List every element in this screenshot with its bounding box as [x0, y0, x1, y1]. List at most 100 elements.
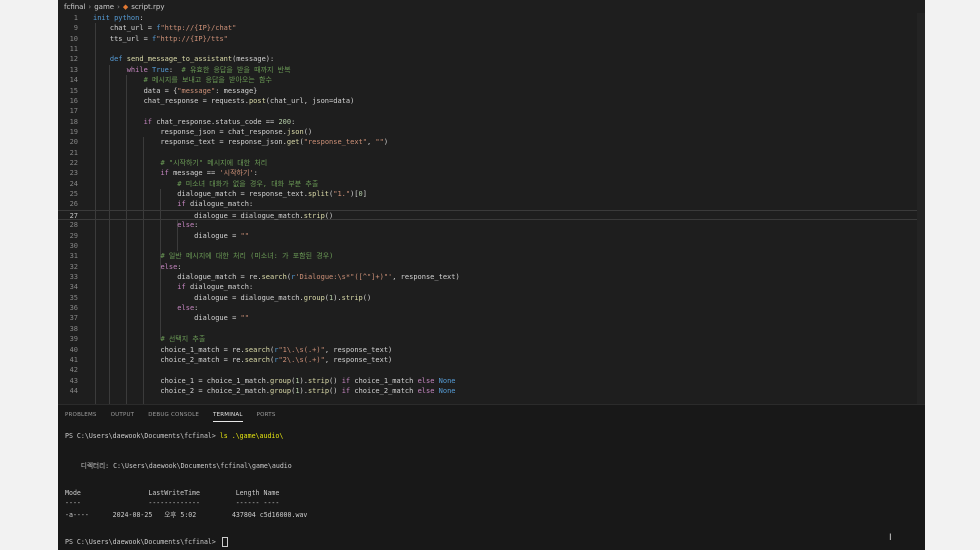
code-line[interactable]: 15 data = {"message": message}	[58, 86, 925, 96]
line-number: 36	[69, 304, 78, 313]
code-text[interactable]: chat_url = f"http://{IP}/chat"	[93, 23, 236, 33]
tab-ports[interactable]: PORTS	[257, 409, 276, 421]
code-text[interactable]: if dialogue_match:	[93, 282, 253, 292]
code-text[interactable]: def send_message_to_assistant(message):	[93, 54, 274, 64]
code-text[interactable]: # "시작하기" 메시지에 대한 처리	[93, 158, 267, 168]
code-line[interactable]: 31 # 일반 메시지에 대한 처리 (미소녀: 가 포함된 경우)	[58, 251, 925, 261]
code-text[interactable]: choice_2_match = re.search(r"2\.\s(.+)",…	[93, 355, 392, 365]
code-text[interactable]: if message == '시작하기':	[93, 168, 257, 178]
code-line[interactable]: 19 response_json = chat_response.json()	[58, 127, 925, 137]
minimap[interactable]	[917, 13, 925, 404]
line-number: 40	[69, 345, 78, 354]
code-editor[interactable]: 1 init python: 9 chat_url = f"http://{IP}/…	[58, 13, 925, 404]
code-text[interactable]: response_json = chat_response.json()	[93, 127, 312, 137]
code-line[interactable]: 14 # 메시지를 보내고 응답을 받아오는 함수	[58, 75, 925, 85]
code-line[interactable]: 12 def send_message_to_assistant(message…	[58, 54, 925, 64]
code-line[interactable]: 17	[58, 106, 925, 116]
code-text[interactable]: init python:	[93, 13, 144, 23]
breadcrumb-item-file[interactable]: script.rpy	[131, 3, 164, 11]
line-number: 9	[73, 24, 78, 33]
line-number: 24	[69, 179, 78, 188]
tab-problems[interactable]: PROBLEMS	[65, 409, 97, 421]
code-text[interactable]: # 선택지 추출	[93, 334, 205, 344]
line-number: 42	[69, 366, 78, 375]
breadcrumb-item-folder[interactable]: game	[94, 3, 114, 11]
code-text[interactable]: # 미소녀 대화가 없을 경우, 대화 부분 추출	[93, 179, 318, 189]
code-line[interactable]: 16 chat_response = requests.post(chat_ur…	[58, 96, 925, 106]
panel-tabs: PROBLEMS OUTPUT DEBUG CONSOLE TERMINAL P…	[58, 405, 925, 425]
code-line[interactable]: 26 if dialogue_match:	[58, 199, 925, 209]
line-number: 30	[69, 241, 78, 250]
line-number: 21	[69, 148, 78, 157]
terminal-command: ls .\game\audio\	[219, 432, 284, 440]
code-text[interactable]: dialogue_match = response_text.split("1.…	[93, 189, 367, 199]
breadcrumb-item-root[interactable]: fcfinal	[64, 3, 85, 11]
code-line[interactable]: 33 dialogue_match = re.search(r'Dialogue…	[58, 272, 925, 282]
code-line[interactable]: 24 # 미소녀 대화가 없을 경우, 대화 부분 추출	[58, 179, 925, 189]
code-line[interactable]: 40 choice_1_match = re.search(r"1\.\s(.+…	[58, 345, 925, 355]
code-text[interactable]: if chat_response.status_code == 200:	[93, 117, 296, 127]
code-line[interactable]: 39 # 선택지 추출	[58, 334, 925, 344]
tab-output[interactable]: OUTPUT	[111, 409, 135, 421]
code-line[interactable]: 11	[58, 44, 925, 54]
line-number: 1	[73, 14, 78, 22]
code-text[interactable]: dialogue_match = re.search(r'Dialogue:\s…	[93, 272, 459, 282]
code-text[interactable]: data = {"message": message}	[93, 86, 258, 96]
code-text[interactable]: choice_1_match = re.search(r"1\.\s(.+)",…	[93, 345, 392, 355]
code-text[interactable]: # 메시지를 보내고 응답을 받아오는 함수	[93, 75, 272, 85]
code-text[interactable]: chat_response = requests.post(chat_url, …	[93, 96, 355, 106]
code-line[interactable]: 34 if dialogue_match:	[58, 282, 925, 292]
code-line[interactable]: 23 if message == '시작하기':	[58, 168, 925, 178]
code-line[interactable]: 20 response_text = response_json.get("re…	[58, 137, 925, 147]
terminal-cursor	[221, 537, 228, 547]
code-text[interactable]: else:	[93, 303, 198, 313]
line-number: 10	[69, 34, 78, 43]
code-line[interactable]: 22 # "시작하기" 메시지에 대한 처리	[58, 158, 925, 168]
code-line[interactable]: 37 dialogue = ""	[58, 313, 925, 323]
code-line[interactable]: 10 tts_url = f"http://{IP}/tts"	[58, 34, 925, 44]
renpy-file-icon: ◆	[122, 2, 129, 11]
code-text[interactable]: choice_1 = choice_1_match.group(1).strip…	[93, 376, 455, 386]
code-text[interactable]: else:	[93, 220, 198, 230]
code-line[interactable]: 35 dialogue = dialogue_match.group(1).st…	[58, 293, 925, 303]
line-number: 16	[69, 96, 78, 105]
code-text[interactable]: dialogue = dialogue_match.group(1).strip…	[93, 293, 371, 303]
code-line[interactable]: 1 init python:	[58, 13, 925, 23]
code-line[interactable]: 13 while True: # 유효한 응답을 받을 때까지 반복	[58, 65, 925, 75]
code-line[interactable]: 43 choice_1 = choice_1_match.group(1).st…	[58, 376, 925, 386]
code-line[interactable]: 41 choice_2_match = re.search(r"2\.\s(.+…	[58, 355, 925, 365]
code-line[interactable]: 32 else:	[58, 262, 925, 272]
code-text[interactable]: while True: # 유효한 응답을 받을 때까지 반복	[93, 65, 291, 75]
code-line[interactable]: 18 if chat_response.status_code == 200:	[58, 117, 925, 127]
tab-debug-console[interactable]: DEBUG CONSOLE	[148, 409, 199, 421]
code-text[interactable]: else:	[93, 262, 181, 272]
code-line[interactable]: 28 else:	[58, 220, 925, 230]
breadcrumb: fcfinal › game › ◆ script.rpy	[58, 0, 925, 13]
code-line[interactable]: 27 dialogue = dialogue_match.strip()	[58, 209, 925, 221]
code-line[interactable]: 44 choice_2 = choice_2_match.group(1).st…	[58, 386, 925, 396]
code-line[interactable]: 30	[58, 241, 925, 251]
code-line[interactable]: 29 dialogue = ""	[58, 231, 925, 241]
terminal-prompt: PS C:\Users\daewook\Documents\fcfinal>	[65, 538, 220, 546]
code-text[interactable]: if dialogue_match:	[93, 199, 253, 209]
terminal-table-underline: ---- ------------- ------ ----	[65, 499, 280, 507]
code-line[interactable]: 9 chat_url = f"http://{IP}/chat"	[58, 23, 925, 33]
line-number: 20	[69, 138, 78, 147]
code-text[interactable]: choice_2 = choice_2_match.group(1).strip…	[93, 386, 455, 396]
code-line[interactable]: 25 dialogue_match = response_text.split(…	[58, 189, 925, 199]
line-number: 25	[69, 190, 78, 199]
code-text[interactable]: response_text = response_json.get("respo…	[93, 137, 388, 147]
line-number: 31	[69, 252, 78, 261]
tab-terminal[interactable]: TERMINAL	[213, 409, 243, 422]
line-number: 17	[69, 107, 78, 116]
line-number: 39	[69, 335, 78, 344]
code-line[interactable]: 36 else:	[58, 303, 925, 313]
code-line[interactable]: 38	[58, 324, 925, 334]
code-text[interactable]: dialogue = ""	[93, 313, 249, 323]
code-line[interactable]: 21	[58, 148, 925, 158]
code-text[interactable]: tts_url = f"http://{IP}/tts"	[93, 34, 228, 44]
code-text[interactable]: # 일반 메시지에 대한 처리 (미소녀: 가 포함된 경우)	[93, 251, 333, 261]
terminal-prompt-line[interactable]: PS C:\Users\daewook\Documents\fcfinal>	[65, 537, 228, 547]
code-text[interactable]: dialogue = ""	[93, 231, 249, 241]
code-line[interactable]: 42	[58, 365, 925, 375]
